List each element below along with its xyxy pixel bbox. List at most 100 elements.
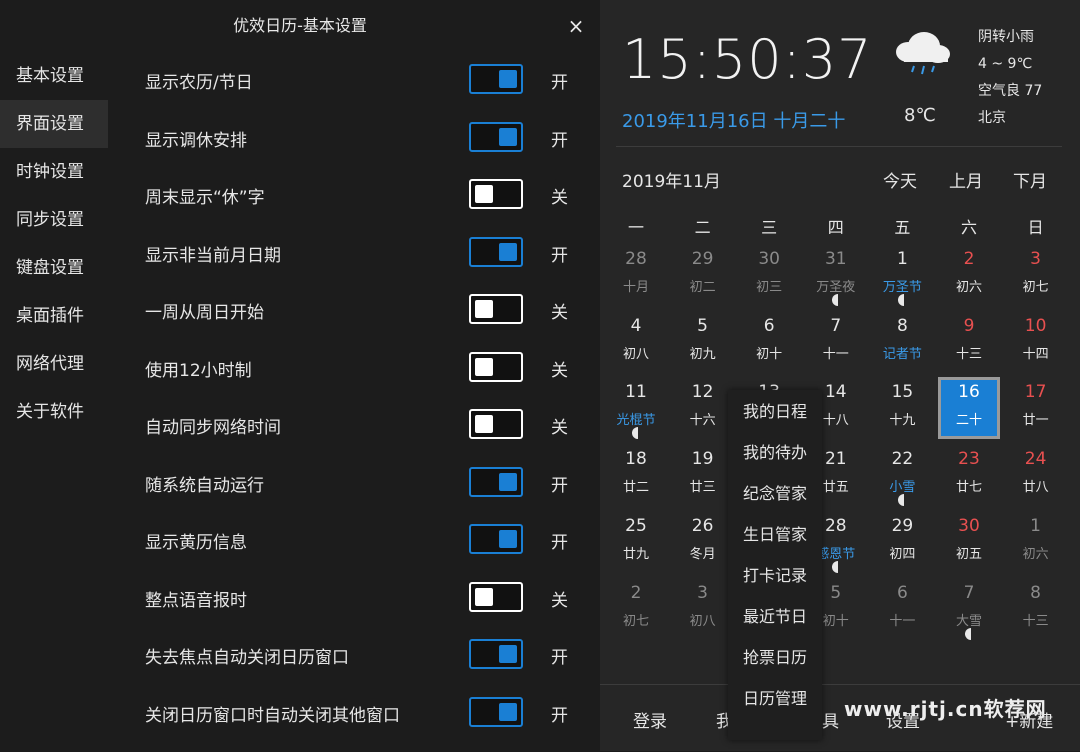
toggle-knob [475, 587, 493, 606]
login-button[interactable]: 登录 [633, 707, 667, 732]
sidebar-item[interactable]: 关于软件 [0, 388, 108, 436]
day-number: 30 [958, 515, 980, 536]
setting-state: 开 [551, 245, 568, 266]
day-cell[interactable]: 29 初四 [871, 511, 933, 573]
day-cell[interactable]: 18 廿二 [605, 444, 667, 506]
setting-toggle[interactable] [469, 466, 523, 497]
popup-menu-item[interactable]: 我的日程 [728, 390, 822, 431]
day-cell[interactable]: 31 万圣夜 [805, 244, 867, 306]
lunar-label: 廿七 [955, 480, 982, 496]
next-month-button[interactable]: 下月 [1013, 167, 1047, 192]
setting-toggle[interactable] [469, 294, 523, 324]
setting-toggle[interactable] [469, 121, 523, 152]
day-cell[interactable]: 11 光棍节 [605, 377, 667, 440]
popup-menu: 我的日程 我的待办 纪念管家 生日管家 打卡记录 最近节日 抢票日历 日历管理 [728, 390, 822, 740]
lunar-label: 廿二 [622, 480, 649, 496]
day-cell[interactable]: 8 记者节 [871, 311, 933, 373]
lunar-label: 小雪 [889, 480, 916, 496]
setting-toggle[interactable] [469, 696, 523, 727]
day-number: 3 [697, 582, 708, 603]
toggle-knob [475, 357, 493, 376]
popup-menu-item[interactable]: 我的待办 [728, 431, 822, 472]
sidebar-item[interactable]: 时钟设置 [0, 148, 108, 196]
day-cell[interactable]: 1 初六 [1005, 511, 1067, 573]
toggle-knob [499, 530, 517, 548]
day-cell[interactable]: 30 初三 [738, 244, 800, 306]
day-cell[interactable]: 15 十九 [871, 377, 933, 439]
lunar-label: 初十 [756, 346, 783, 362]
day-cell[interactable]: 28 十月 [605, 244, 667, 306]
popup-menu-item[interactable]: 日历管理 [728, 677, 822, 718]
setting-toggle[interactable] [469, 236, 523, 267]
setting-toggle[interactable] [469, 581, 523, 612]
popup-menu-item[interactable]: 打卡记录 [728, 554, 822, 595]
day-cell[interactable]: 29 初二 [672, 244, 734, 306]
day-cell[interactable]: 3 初七 [1005, 244, 1067, 306]
moon-phase-icon [965, 627, 977, 640]
setting-row: 一周从周日开始 关 [108, 282, 598, 339]
prev-month-button[interactable]: 上月 [949, 167, 983, 192]
settings-window: 优效日历-基本设置 × 基本设置 界面设置 时钟设置 同步设置 键盘设置 桌面插件 网络代理… [0, 0, 600, 751]
day-number: 10 [1024, 315, 1047, 336]
day-cell[interactable]: 25 廿九 [605, 511, 667, 573]
day-cell[interactable]: 4 初八 [605, 311, 667, 373]
day-cell[interactable]: 22 小雪 [871, 444, 933, 507]
lunar-label: 十一 [889, 613, 916, 629]
moon-phase-icon [632, 427, 644, 440]
day-cell[interactable]: 12 十六 [672, 377, 734, 439]
day-cell[interactable]: 16 二十 [938, 377, 1000, 440]
day-cell[interactable]: 3 初八 [672, 578, 734, 640]
day-cell[interactable]: 8 十三 [1005, 578, 1067, 640]
sidebar-item[interactable]: 界面设置 [0, 100, 108, 148]
setting-toggle[interactable] [469, 179, 523, 209]
setting-label: 随系统自动运行 [145, 475, 264, 496]
setting-label: 关闭日历窗口时自动关闭其他窗口 [145, 705, 400, 726]
setting-toggle[interactable] [469, 409, 523, 439]
setting-toggle[interactable] [469, 524, 523, 554]
today-button[interactable]: 今天 [883, 167, 917, 192]
popup-menu-item[interactable]: 抢票日历 [728, 636, 822, 677]
toggle-knob [499, 242, 517, 261]
sidebar-item[interactable]: 键盘设置 [0, 244, 108, 292]
cloud-rain-icon [896, 32, 950, 75]
day-cell[interactable]: 6 十一 [871, 578, 933, 640]
day-cell[interactable]: 6 初十 [738, 311, 800, 373]
sidebar-item[interactable]: 基本设置 [0, 52, 108, 100]
day-cell[interactable]: 23 廿七 [938, 444, 1000, 506]
toggle-knob [499, 645, 517, 663]
day-cell[interactable]: 17 廿一 [1005, 377, 1067, 439]
toggle-knob [499, 127, 517, 146]
day-cell[interactable]: 5 初九 [672, 311, 734, 373]
setting-toggle[interactable] [469, 639, 523, 669]
tools-button[interactable]: 具 [822, 707, 839, 732]
close-button[interactable]: × [562, 12, 590, 40]
setting-toggle[interactable] [469, 64, 523, 94]
day-number: 16 [958, 382, 980, 403]
day-cell[interactable]: 2 初六 [938, 244, 1000, 306]
day-cell[interactable]: 24 廿八 [1005, 444, 1067, 506]
day-cell[interactable]: 10 十四 [1005, 311, 1067, 373]
popup-menu-item[interactable]: 最近节日 [728, 595, 822, 636]
day-number: 2 [963, 249, 975, 269]
day-cell[interactable]: 7 十一 [805, 311, 867, 373]
new-button[interactable]: +新建 [1005, 707, 1053, 732]
day-cell[interactable]: 1 万圣节 [871, 244, 933, 306]
settings-button[interactable]: 设置 [886, 707, 920, 732]
day-cell[interactable]: 19 廿三 [672, 444, 734, 506]
day-cell[interactable]: 9 十三 [938, 311, 1000, 373]
weather-city: 北京 [978, 110, 1006, 126]
popup-menu-item[interactable]: 纪念管家 [728, 472, 822, 513]
popup-menu-item[interactable]: 生日管家 [728, 513, 822, 554]
setting-toggle[interactable] [469, 351, 523, 382]
day-cell[interactable]: 30 初五 [938, 511, 1000, 573]
weekday-label: 六 [960, 218, 977, 237]
sidebar-item[interactable]: 同步设置 [0, 196, 108, 244]
day-number: 9 [963, 315, 975, 336]
day-cell[interactable]: 7 大雪 [938, 578, 1000, 640]
day-cell[interactable]: 2 初七 [605, 578, 667, 640]
day-cell[interactable]: 26 冬月 [672, 511, 734, 573]
sidebar-item[interactable]: 桌面插件 [0, 292, 108, 340]
sidebar-item[interactable]: 网络代理 [0, 340, 108, 388]
setting-row: 周末显示“休”字 关 [108, 167, 598, 224]
setting-state: 关 [551, 188, 568, 208]
